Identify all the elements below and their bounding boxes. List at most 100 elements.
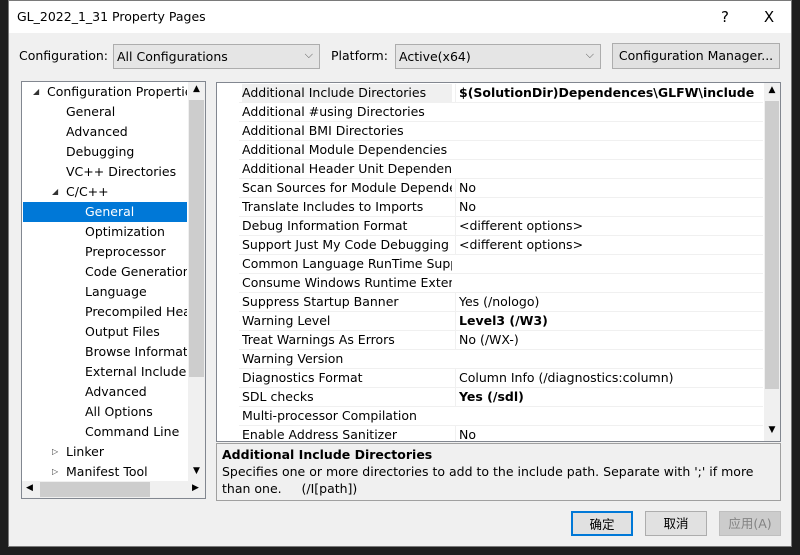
tree-item[interactable]: Output Files <box>23 322 187 342</box>
property-row[interactable]: Suppress Startup Banner Yes (/nologo) <box>239 293 763 312</box>
tree-item[interactable]: Code Generation <box>23 262 187 282</box>
property-row[interactable]: Treat Warnings As Errors No (/WX-) <box>239 331 763 350</box>
property-row[interactable]: Diagnostics Format Column Info (/diagnost… <box>239 369 763 388</box>
configuration-value: All Configurations <box>117 49 228 64</box>
property-row[interactable]: Additional Module Dependencies <box>239 141 763 160</box>
tree-item[interactable]: General <box>23 102 187 122</box>
chevron-down-icon: ⌵ <box>304 48 313 61</box>
title-bar: GL_2022_1_31 Property Pages ? X <box>9 1 791 33</box>
tree-item-label: VC++ Directories <box>66 164 177 179</box>
scroll-up-icon[interactable]: ▲ <box>188 84 205 94</box>
grid-vertical-scrollbar[interactable]: ▲ ▼ <box>764 83 780 441</box>
tree-item-label: Linker <box>66 444 104 459</box>
scrollbar-thumb[interactable] <box>765 101 779 389</box>
tree-item[interactable]: All Options <box>23 402 187 422</box>
tree-item[interactable]: ▷ Linker <box>23 442 187 462</box>
expand-arrow-icon[interactable]: ▷ <box>52 462 58 482</box>
property-row[interactable]: Translate Includes to Imports No <box>239 198 763 217</box>
tree-item[interactable]: Language <box>23 282 187 302</box>
tree-item[interactable]: ▷ Manifest Tool <box>23 462 187 482</box>
property-value[interactable]: No <box>455 198 763 216</box>
chevron-down-icon: ⌵ <box>585 48 594 61</box>
property-value[interactable]: <different options> <box>455 236 763 254</box>
property-row[interactable]: Support Just My Code Debugging <different… <box>239 236 763 255</box>
tree-item[interactable]: ◢ Configuration Properties <box>23 82 187 102</box>
property-row[interactable]: Additional Include Directories $(Solution… <box>239 84 763 103</box>
property-value[interactable]: No <box>455 426 763 441</box>
platform-dropdown[interactable]: Active(x64) ⌵ <box>395 44 601 69</box>
scroll-down-icon[interactable]: ▼ <box>188 466 205 476</box>
window-title: GL_2022_1_31 Property Pages <box>17 9 206 24</box>
property-value[interactable]: No (/WX-) <box>455 331 763 349</box>
property-name: Scan Sources for Module Dependencies <box>242 180 452 195</box>
property-value[interactable]: Yes (/sdl) <box>455 388 763 406</box>
property-row[interactable]: Scan Sources for Module DependenciesNo <box>239 179 763 198</box>
apply-button[interactable]: 应用(A) <box>719 511 781 536</box>
tree-item-label: Precompiled Headers <box>85 304 187 319</box>
property-row[interactable]: Additional Header Unit Dependencies <box>239 160 763 179</box>
tree-item-label: Advanced <box>85 384 147 399</box>
collapse-arrow-icon[interactable]: ◢ <box>52 182 58 202</box>
configuration-label: Configuration: <box>19 48 108 63</box>
property-name: SDL checks <box>242 389 314 404</box>
scroll-down-icon[interactable]: ▼ <box>764 425 780 435</box>
expand-arrow-icon[interactable]: ▷ <box>52 442 58 462</box>
property-name: Additional #using Directories <box>242 104 425 119</box>
collapse-arrow-icon[interactable]: ◢ <box>33 82 39 102</box>
property-row[interactable]: Additional #using Directories <box>239 103 763 122</box>
property-row[interactable]: Enable Address Sanitizer No <box>239 426 763 442</box>
configuration-manager-button[interactable]: Configuration Manager... <box>612 43 780 69</box>
scroll-right-icon[interactable]: ▶ <box>192 483 199 493</box>
tree-item-label: Command Line <box>85 424 180 439</box>
property-row[interactable]: Additional BMI Directories <box>239 122 763 141</box>
tree-item[interactable]: Precompiled Headers <box>23 302 187 322</box>
tree-item-label: C/C++ <box>66 184 109 199</box>
tree-item[interactable]: ◢ C/C++ <box>23 182 187 202</box>
cancel-button[interactable]: 取消 <box>645 511 707 536</box>
tree-item[interactable]: Advanced <box>23 382 187 402</box>
property-value[interactable]: <different options> <box>455 217 763 235</box>
scrollbar-thumb[interactable] <box>40 482 150 497</box>
property-value[interactable]: $(SolutionDir)Dependences\GLFW\include <box>455 84 763 102</box>
tree-horizontal-scrollbar[interactable]: ◀ ▶ <box>22 481 205 498</box>
property-row[interactable]: Warning Version <box>239 350 763 369</box>
property-grid: Additional Include Directories $(Solution… <box>216 82 781 442</box>
ok-button[interactable]: 确定 <box>571 511 633 536</box>
tree-item[interactable]: Command Line <box>23 422 187 442</box>
tree-item[interactable]: External Includes <box>23 362 187 382</box>
property-row[interactable]: Consume Windows Runtime Extension <box>239 274 763 293</box>
property-value[interactable]: Level3 (/W3) <box>455 312 763 330</box>
tree-item[interactable]: VC++ Directories <box>23 162 187 182</box>
scroll-up-icon[interactable]: ▲ <box>764 85 780 95</box>
tree-item-label: All Options <box>85 404 153 419</box>
property-row[interactable]: Debug Information Format <different optio… <box>239 217 763 236</box>
help-button[interactable]: ? <box>707 5 743 29</box>
tree-item[interactable]: Advanced <box>23 122 187 142</box>
scrollbar-thumb[interactable] <box>189 100 204 377</box>
property-name: Additional BMI Directories <box>242 123 404 138</box>
property-row[interactable]: SDL checks Yes (/sdl) <box>239 388 763 407</box>
tree-item[interactable]: Optimization <box>23 222 187 242</box>
scroll-left-icon[interactable]: ◀ <box>26 483 33 493</box>
property-value[interactable]: Column Info (/diagnostics:column) <box>455 369 763 387</box>
property-name: Enable Address Sanitizer <box>242 427 398 442</box>
property-row[interactable]: Warning Level Level3 (/W3) <box>239 312 763 331</box>
tree-item-label: Preprocessor <box>85 244 166 259</box>
property-value[interactable]: No <box>455 179 763 197</box>
description-text: Specifies one or more directories to add… <box>222 464 758 496</box>
tree-item[interactable]: Browse Information <box>23 342 187 362</box>
property-name: Warning Version <box>242 351 344 366</box>
property-value[interactable]: Yes (/nologo) <box>455 293 763 311</box>
tree-item[interactable]: General <box>23 202 187 222</box>
property-name: Additional Module Dependencies <box>242 142 448 157</box>
property-name: Translate Includes to Imports <box>242 199 424 214</box>
tree-item[interactable]: Preprocessor <box>23 242 187 262</box>
tree-vertical-scrollbar[interactable]: ▲ ▼ <box>188 82 205 481</box>
property-row[interactable]: Common Language RunTime Support <box>239 255 763 274</box>
property-name: Consume Windows Runtime Extension <box>242 275 452 290</box>
property-name: Additional Include Directories <box>242 84 452 102</box>
tree-item[interactable]: Debugging <box>23 142 187 162</box>
property-row[interactable]: Multi-processor Compilation <box>239 407 763 426</box>
close-button[interactable]: X <box>751 5 787 29</box>
configuration-dropdown[interactable]: All Configurations ⌵ <box>113 44 320 69</box>
